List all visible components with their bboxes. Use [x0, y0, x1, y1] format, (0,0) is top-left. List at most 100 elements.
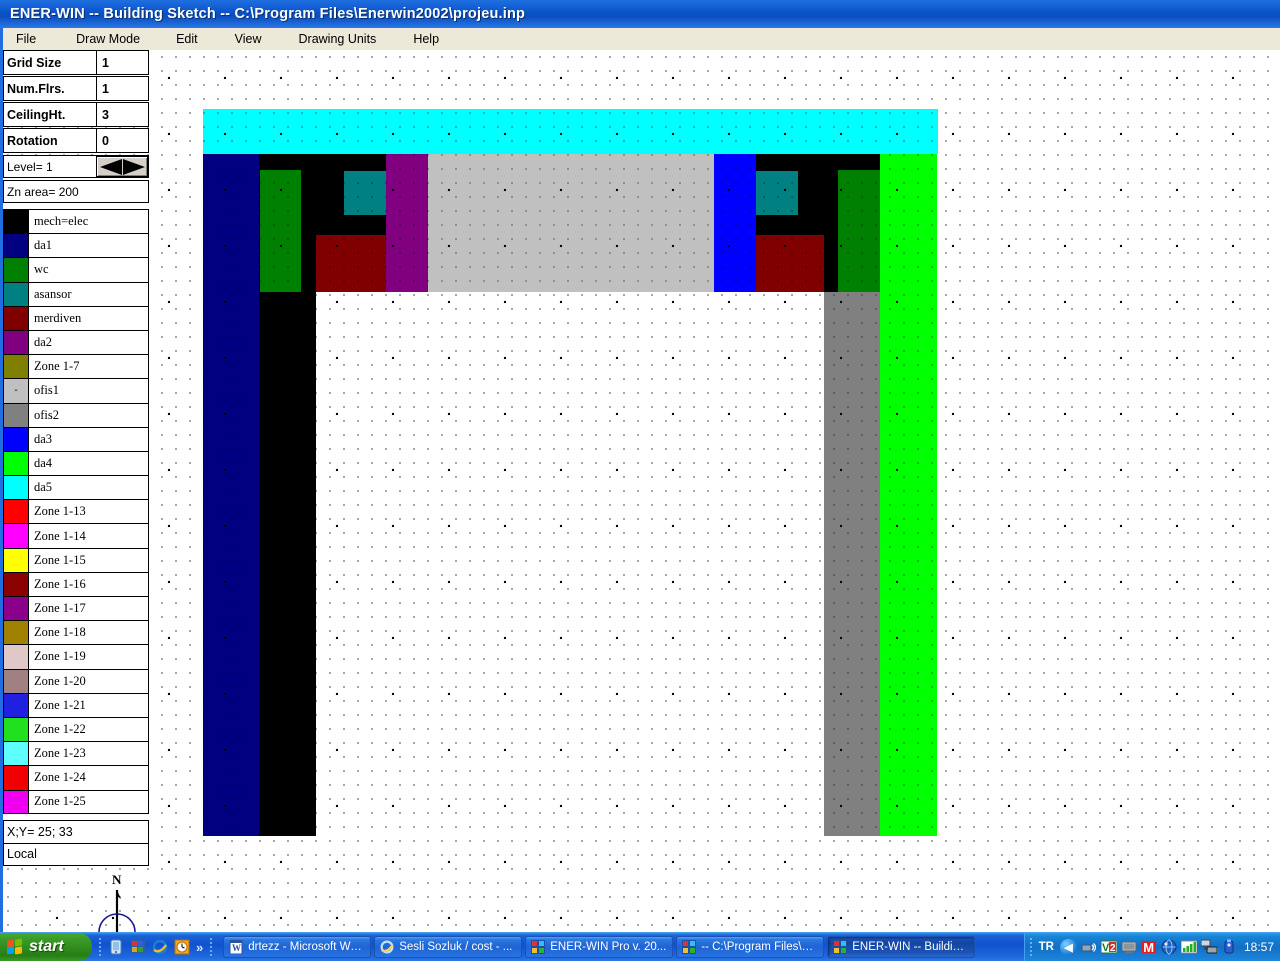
taskbar-task-button[interactable]: Sesli Sozluk / cost - ...: [374, 936, 523, 958]
sketch-zone-asansor-left[interactable]: [344, 171, 386, 215]
legend-item[interactable]: Zone 1-19: [3, 644, 149, 669]
taskbar-task-button[interactable]: Wdrtezz - Microsoft Word: [223, 936, 372, 958]
legend-color-swatch[interactable]: [4, 717, 29, 742]
m-mail-icon[interactable]: M: [1141, 939, 1157, 955]
sketch-zone-da3-blue[interactable]: [714, 154, 756, 292]
legend-item[interactable]: merdiven: [3, 305, 149, 330]
param-value[interactable]: 3: [97, 103, 148, 126]
signal-bars-icon[interactable]: [1180, 939, 1198, 955]
legend-color-swatch[interactable]: [4, 693, 29, 717]
legend-color-swatch[interactable]: [4, 234, 29, 258]
legend-color-swatch[interactable]: [4, 669, 29, 693]
legend-color-swatch[interactable]: [4, 403, 29, 427]
legend-color-swatch[interactable]: [4, 306, 29, 330]
taskbar-grip[interactable]: [209, 937, 214, 957]
menu-item-help[interactable]: Help: [407, 30, 445, 48]
legend-item[interactable]: Zone 1-20: [3, 668, 149, 693]
legend-item[interactable]: da1: [3, 233, 149, 258]
legend-color-swatch[interactable]: [4, 500, 29, 524]
legend-color-swatch[interactable]: [4, 427, 29, 451]
sketch-canvas[interactable]: [3, 50, 1280, 932]
legend-color-swatch[interactable]: [4, 766, 29, 790]
param-value[interactable]: 1: [97, 51, 148, 74]
legend-color-swatch[interactable]: [4, 330, 29, 355]
quick-launch-overflow[interactable]: »: [196, 940, 203, 955]
sketch-zone-asansor-right[interactable]: [756, 171, 798, 215]
v2-antivirus-icon[interactable]: V2: [1100, 939, 1118, 955]
legend-item[interactable]: Zone 1-22: [3, 716, 149, 742]
sketch-zone-da5-top-band[interactable]: [203, 109, 938, 154]
monitor-icon[interactable]: [1121, 939, 1137, 955]
legend-color-swatch[interactable]: [4, 621, 29, 645]
legend-color-swatch[interactable]: [4, 258, 29, 282]
legend-color-swatch[interactable]: [4, 597, 29, 621]
legend-color-swatch[interactable]: [4, 210, 29, 234]
sketch-zone-da2-purple[interactable]: [386, 154, 428, 292]
menu-item-view[interactable]: View: [229, 30, 268, 48]
legend-item[interactable]: - ofis1: [3, 378, 149, 403]
legend-item[interactable]: Zone 1-24: [3, 765, 149, 790]
legend-color-swatch[interactable]: [4, 282, 29, 306]
param-value[interactable]: 0: [97, 129, 148, 152]
legend-color-swatch[interactable]: [4, 572, 29, 596]
sketch-zone-da1-left-strip[interactable]: [203, 154, 259, 836]
legend-color-swatch[interactable]: [4, 645, 29, 669]
sketch-zone-wc-green[interactable]: [260, 170, 301, 292]
legend-color-swatch[interactable]: [4, 548, 29, 572]
legend-item[interactable]: Zone 1-21: [3, 692, 149, 717]
legend-item[interactable]: Zone 1-25: [3, 789, 149, 814]
quick-launch-bar[interactable]: »: [92, 933, 219, 961]
level-spinner[interactable]: [96, 156, 148, 177]
triangle-right-icon[interactable]: [122, 158, 145, 175]
legend-item[interactable]: Zone 1-18: [3, 620, 149, 645]
show-desktop-icon[interactable]: [108, 939, 124, 955]
legend-item[interactable]: ofis2: [3, 402, 149, 427]
menu-item-drawing-units[interactable]: Drawing Units: [293, 30, 383, 48]
menu-item-draw-mode[interactable]: Draw Mode: [70, 30, 146, 48]
legend-item[interactable]: Zone 1-16: [3, 571, 149, 596]
usb-device-icon[interactable]: [1221, 939, 1237, 955]
menu-item-edit[interactable]: Edit: [170, 30, 204, 48]
legend-item[interactable]: Zone 1-23: [3, 741, 149, 766]
legend-item[interactable]: asansor: [3, 281, 149, 306]
sketch-zone-black-left-strip[interactable]: [259, 292, 316, 836]
legend-item[interactable]: Zone 1-7: [3, 354, 149, 379]
zone-legend-list[interactable]: mech=elec da1 wc asansor merdiven da2 Zone 1-7…: [3, 209, 149, 814]
sketch-zone-merdiven-right[interactable]: [756, 235, 824, 292]
taskbar-task-button[interactable]: ENER-WIN -- Building...: [827, 936, 976, 958]
sketch-zone-da4-green-strip[interactable]: [880, 154, 937, 836]
tray-grip[interactable]: [1028, 937, 1033, 957]
legend-color-swatch[interactable]: [4, 790, 29, 813]
legend-item[interactable]: wc: [3, 257, 149, 282]
language-indicator[interactable]: TR: [1039, 941, 1054, 953]
task-list[interactable]: Wdrtezz - Microsoft Word Sesli Sozluk / c…: [219, 936, 1023, 958]
legend-color-swatch[interactable]: [4, 742, 29, 766]
legend-color-swatch[interactable]: [4, 451, 29, 476]
legend-item[interactable]: da4: [3, 450, 149, 476]
sketch-zone-wc-green-right[interactable]: [838, 170, 880, 292]
taskbar-task-button[interactable]: ENER-WIN Pro v. 20...: [525, 936, 674, 958]
quick-launch-grip[interactable]: [98, 937, 102, 957]
clock-icon[interactable]: [174, 939, 190, 955]
menu-item-file[interactable]: File: [10, 30, 42, 48]
legend-color-swatch[interactable]: [4, 355, 29, 379]
system-clock[interactable]: 18:57: [1244, 940, 1274, 954]
globe-icon[interactable]: [1161, 939, 1177, 955]
legend-item[interactable]: Zone 1-15: [3, 547, 149, 572]
legend-color-swatch[interactable]: [4, 524, 29, 548]
param-value[interactable]: 1: [97, 77, 148, 100]
start-button[interactable]: start: [0, 933, 92, 961]
sketch-zone-ofis1-field[interactable]: [428, 154, 714, 292]
sketch-zone-ofis2-gray-strip[interactable]: [824, 292, 880, 836]
legend-item[interactable]: Zone 1-14: [3, 523, 149, 548]
legend-item[interactable]: da3: [3, 426, 149, 451]
taskbar-task-button[interactable]: -- C:\Program Files\E...: [676, 936, 825, 958]
legend-color-swatch[interactable]: -: [4, 379, 29, 403]
network-computers-icon[interactable]: [1200, 939, 1218, 955]
legend-item[interactable]: Zone 1-17: [3, 596, 149, 621]
legend-item[interactable]: mech=elec: [3, 209, 149, 234]
media-player-icon[interactable]: [130, 939, 146, 955]
internet-explorer-icon[interactable]: [152, 939, 168, 955]
legend-item[interactable]: Zone 1-13: [3, 499, 149, 524]
triangle-left-icon[interactable]: [99, 158, 122, 175]
